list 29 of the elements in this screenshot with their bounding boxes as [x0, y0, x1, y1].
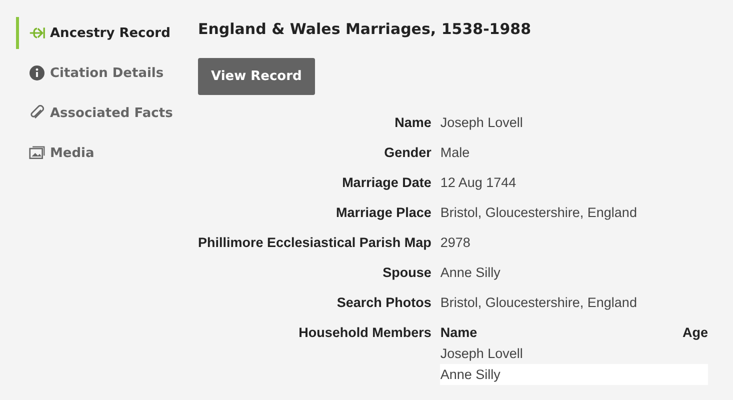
column-header: Age	[682, 324, 708, 342]
info-icon	[29, 65, 45, 81]
field-value: Bristol, Gloucestershire, England	[440, 204, 638, 222]
photos-icon	[29, 145, 45, 161]
field-value: Joseph Lovell	[440, 114, 524, 132]
field-label: Spouse	[382, 264, 432, 282]
field-value: 2978	[440, 234, 472, 252]
field-label: Marriage Place	[335, 204, 432, 222]
field-label: Name	[394, 114, 432, 132]
field-label: Marriage Date	[341, 174, 432, 192]
field-value: Bristol, Gloucestershire, England	[440, 294, 638, 312]
field-label: Gender	[383, 144, 432, 162]
sidebar-item[interactable]: Associated Facts	[16, 97, 198, 129]
view-record-button[interactable]: View Record	[198, 58, 315, 95]
record-title: England & Wales Marriages, 1538-1988	[198, 20, 532, 38]
field-label: Phillimore Ecclesiastical Parish Map	[198, 234, 432, 252]
field-label: Household Members	[298, 324, 432, 342]
leaf-arrow-icon	[29, 25, 45, 41]
paperclip-icon	[29, 105, 45, 121]
sidebar-item[interactable]: Citation Details	[16, 57, 198, 89]
sidebar-item[interactable]: Media	[16, 137, 198, 169]
field-value: Anne Silly	[440, 264, 502, 282]
field-value: Male	[440, 144, 471, 162]
table-row-text: Joseph Lovell	[440, 345, 524, 363]
field-value: 12 Aug 1744	[440, 174, 518, 192]
field-label: Search Photos	[336, 294, 432, 312]
column-header: Name	[440, 324, 478, 342]
table-row: Anne Silly	[440, 364, 708, 385]
sidebar-item[interactable]: Ancestry Record	[16, 17, 198, 49]
